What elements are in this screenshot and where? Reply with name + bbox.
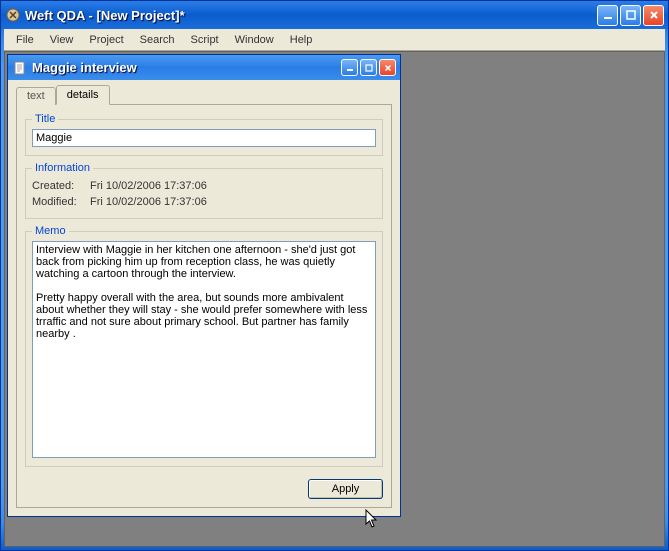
created-value: Fri 10/02/2006 17:37:06 bbox=[90, 180, 207, 192]
title-legend: Title bbox=[32, 113, 58, 125]
modified-label: Modified: bbox=[32, 196, 90, 208]
main-window-controls bbox=[597, 5, 664, 26]
doc-maximize-button[interactable] bbox=[360, 59, 377, 76]
mdi-client-area: Maggie interview text details Title bbox=[4, 51, 665, 547]
close-button[interactable] bbox=[643, 5, 664, 26]
tab-details[interactable]: details bbox=[56, 85, 110, 105]
title-input[interactable] bbox=[32, 129, 376, 147]
tab-text[interactable]: text bbox=[16, 87, 56, 105]
menu-project[interactable]: Project bbox=[81, 32, 131, 48]
title-fieldset: Title bbox=[25, 113, 383, 156]
doc-minimize-button[interactable] bbox=[341, 59, 358, 76]
information-legend: Information bbox=[32, 162, 93, 174]
main-titlebar[interactable]: Weft QDA - [New Project]* bbox=[1, 1, 668, 29]
modified-value: Fri 10/02/2006 17:37:06 bbox=[90, 196, 207, 208]
memo-legend: Memo bbox=[32, 225, 69, 237]
memo-textarea[interactable] bbox=[32, 241, 376, 458]
created-label: Created: bbox=[32, 180, 90, 192]
doc-close-button[interactable] bbox=[379, 59, 396, 76]
tab-bar: text details bbox=[16, 85, 392, 105]
document-titlebar[interactable]: Maggie interview bbox=[8, 55, 400, 80]
menubar: File View Project Search Script Window H… bbox=[4, 29, 665, 51]
minimize-button[interactable] bbox=[597, 5, 618, 26]
information-fieldset: Information Created: Fri 10/02/2006 17:3… bbox=[25, 162, 383, 219]
menu-file[interactable]: File bbox=[8, 32, 42, 48]
app-icon bbox=[5, 7, 21, 23]
menu-help[interactable]: Help bbox=[282, 32, 321, 48]
menu-window[interactable]: Window bbox=[227, 32, 282, 48]
apply-button[interactable]: Apply bbox=[308, 479, 383, 499]
menu-script[interactable]: Script bbox=[183, 32, 227, 48]
document-title: Maggie interview bbox=[32, 60, 341, 75]
document-body: text details Title Information Created: … bbox=[8, 80, 400, 516]
menu-search[interactable]: Search bbox=[132, 32, 183, 48]
tab-panel-details: Title Information Created: Fri 10/02/200… bbox=[16, 104, 392, 508]
modified-row: Modified: Fri 10/02/2006 17:37:06 bbox=[32, 194, 376, 210]
document-icon bbox=[12, 60, 28, 76]
memo-fieldset: Memo bbox=[25, 225, 383, 467]
main-window: Weft QDA - [New Project]* File View Proj… bbox=[0, 0, 669, 551]
button-row: Apply bbox=[25, 473, 383, 499]
document-window-controls bbox=[341, 59, 396, 76]
created-row: Created: Fri 10/02/2006 17:37:06 bbox=[32, 178, 376, 194]
document-window: Maggie interview text details Title bbox=[7, 54, 401, 517]
menu-view[interactable]: View bbox=[42, 32, 82, 48]
maximize-button[interactable] bbox=[620, 5, 641, 26]
main-title: Weft QDA - [New Project]* bbox=[25, 8, 597, 23]
